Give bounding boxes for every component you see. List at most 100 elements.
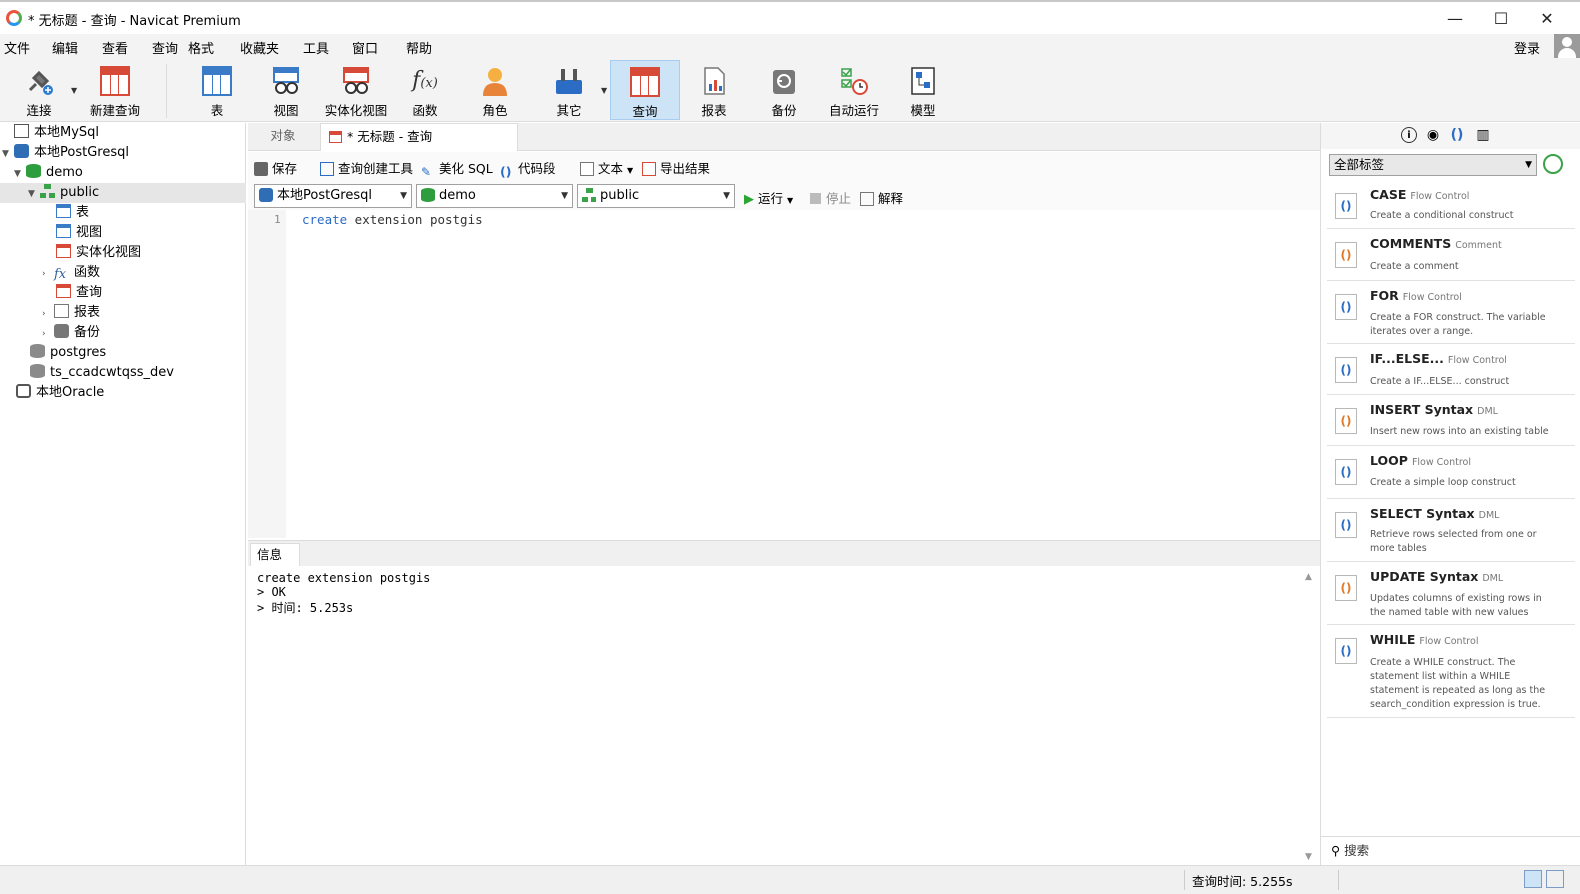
menu-view[interactable]: 查看 <box>102 38 128 57</box>
tree-db-ts[interactable]: ts_ccadcwtqss_dev <box>30 363 174 383</box>
tab-untitled-query[interactable]: * 无标题 - 查询 <box>320 123 518 151</box>
export-results-button[interactable]: 导出结果 <box>642 158 710 177</box>
tree-item-queries[interactable]: 查询 <box>56 283 102 303</box>
menu-query[interactable]: 查询 <box>152 38 178 57</box>
connection-select[interactable]: 本地PostGresql ▼ <box>254 184 412 208</box>
tree-item-backups[interactable]: › 备份 <box>42 323 100 343</box>
tree-conn-postgresql[interactable]: ▼ 本地PostGresql <box>2 143 129 163</box>
snippet-search-input[interactable]: ⚲ 搜索 <box>1321 836 1580 864</box>
close-button[interactable]: ✕ <box>1524 6 1570 32</box>
menu-edit[interactable]: 编辑 <box>52 38 78 57</box>
schema-select[interactable]: public ▼ <box>577 184 735 208</box>
toolbar-others-button[interactable]: 其它 <box>546 60 592 120</box>
snippet-item[interactable]: () COMMENTS Comment Create a comment <box>1327 230 1575 281</box>
snippet-description: Create a WHILE construct. The statement … <box>1370 657 1546 710</box>
connection-dropdown-icon[interactable]: ▼ <box>71 86 77 95</box>
menu-favorites[interactable]: 收藏夹 <box>240 38 279 57</box>
menu-file[interactable]: 文件 <box>4 38 30 57</box>
info-icon[interactable]: i <box>1401 127 1417 143</box>
snippet-item[interactable]: () IF...ELSE... Flow Control Create a IF.… <box>1327 345 1575 395</box>
beautify-sql-button[interactable]: ✎ 美化 SQL <box>421 158 493 179</box>
expanded-chevron-icon[interactable]: ▼ <box>14 164 26 184</box>
message-line: > OK <box>257 585 286 599</box>
tree-item-views[interactable]: 视图 <box>56 223 102 243</box>
code-snippet-button[interactable]: () 代码段 <box>500 158 556 179</box>
text-mode-dropdown-icon[interactable]: ▼ <box>627 166 633 175</box>
stop-button[interactable]: 停止 <box>810 188 851 207</box>
snippet-name: CASE <box>1370 187 1407 202</box>
tree-conn-mysql[interactable]: 本地MySql <box>14 123 99 143</box>
save-button[interactable]: 保存 <box>254 158 297 177</box>
add-snippet-icon[interactable] <box>1543 154 1563 174</box>
layout-grid-icon[interactable]: ▥ <box>1475 127 1491 143</box>
toolbar-separator <box>166 64 167 118</box>
toolbar-table-button[interactable]: 表 <box>194 60 240 120</box>
tab-messages[interactable]: 信息 <box>250 543 300 567</box>
collapsed-chevron-icon[interactable]: › <box>42 264 54 284</box>
database-select[interactable]: demo ▼ <box>416 184 573 208</box>
layout-toggle-left-icon[interactable] <box>1524 870 1542 888</box>
tree-schema-public[interactable]: ▼ public <box>0 183 246 203</box>
menu-tools[interactable]: 工具 <box>303 38 329 57</box>
toolbar-materialized-view-button[interactable]: 实体化视图 <box>324 60 388 120</box>
snippet-item[interactable]: () UPDATE Syntax DML Updates columns of e… <box>1327 563 1575 625</box>
eye-icon[interactable]: ◉ <box>1425 127 1441 143</box>
message-line: > 时间: 5.253s <box>257 601 354 615</box>
tree-item-functions[interactable]: › fx 函数 <box>42 263 100 283</box>
tree-item-tables[interactable]: 表 <box>56 203 89 223</box>
tree-item-materialized-views[interactable]: 实体化视图 <box>56 243 141 263</box>
others-dropdown-icon[interactable]: ▼ <box>601 86 607 95</box>
login-link[interactable]: 登录 <box>1514 38 1540 57</box>
layout-toggle-right-icon[interactable] <box>1546 870 1564 888</box>
menu-help[interactable]: 帮助 <box>406 38 432 57</box>
menu-window[interactable]: 窗口 <box>352 38 378 57</box>
run-button[interactable]: ▶ 运行 ▼ <box>744 188 793 207</box>
tree-conn-oracle[interactable]: 本地Oracle <box>16 383 104 403</box>
code-snippet-icon[interactable]: () <box>1449 127 1465 143</box>
explain-button[interactable]: 解释 <box>860 188 903 207</box>
snippet-item[interactable]: () SELECT Syntax DML Retrieve rows select… <box>1327 500 1575 562</box>
user-avatar-icon[interactable] <box>1554 34 1580 58</box>
toolbar-report-button[interactable]: 报表 <box>691 60 737 120</box>
toolbar-query-button[interactable]: 查询 <box>610 60 680 120</box>
toolbar-function-button[interactable]: f(x) 函数 <box>402 60 448 120</box>
collapsed-chevron-icon[interactable]: › <box>42 324 54 344</box>
snippet-item[interactable]: () CASE Flow Control Create a conditional… <box>1327 181 1575 229</box>
sql-code-line[interactable]: create extension postgis <box>302 212 483 227</box>
scroll-up-icon[interactable]: ▲ <box>1305 572 1312 582</box>
toolbar-connection-button[interactable]: 连接 <box>8 60 70 120</box>
tab-objects[interactable]: 对象 <box>248 123 318 151</box>
toolbar-new-query-button[interactable]: 新建查询 <box>86 60 144 120</box>
collapsed-chevron-icon[interactable]: › <box>42 304 54 324</box>
menu-format[interactable]: 格式 <box>188 38 214 57</box>
snippet-item[interactable]: () LOOP Flow Control Create a simple loop… <box>1327 447 1575 499</box>
snippet-item[interactable]: () INSERT Syntax DML Insert new rows into… <box>1327 396 1575 446</box>
toolbar-backup-button[interactable]: 备份 <box>761 60 807 120</box>
toolbar-model-button[interactable]: 模型 <box>900 60 946 120</box>
tree-db-demo[interactable]: ▼ demo <box>14 163 83 183</box>
maximize-button[interactable]: ☐ <box>1478 6 1524 32</box>
schema-select-value: public <box>600 188 640 203</box>
scroll-down-icon[interactable]: ▼ <box>1305 852 1312 862</box>
toolbar-role-button[interactable]: 角色 <box>472 60 518 120</box>
tree-db-postgres-label: postgres <box>50 345 107 360</box>
expanded-chevron-icon[interactable]: ▼ <box>2 144 14 164</box>
toolbar-view-button[interactable]: 视图 <box>263 60 309 120</box>
query-builder-button[interactable]: 查询创建工具 <box>320 158 413 177</box>
message-scrollbar[interactable]: ▲ ▼ <box>1302 570 1318 864</box>
expanded-chevron-icon[interactable]: ▼ <box>28 184 40 204</box>
tree-item-reports[interactable]: › 报表 <box>42 303 100 323</box>
sql-editor[interactable]: 1 create extension postgis <box>248 210 1320 538</box>
text-mode-button[interactable]: 文本 ▼ <box>580 158 633 177</box>
tag-filter-select[interactable]: 全部标签 ▼ <box>1329 154 1537 176</box>
document-tabs: 对象 * 无标题 - 查询 <box>248 123 1320 151</box>
oracle-icon <box>16 384 31 398</box>
snippet-item[interactable]: () WHILE Flow Control Create a WHILE cons… <box>1327 626 1575 718</box>
tree-db-postgres[interactable]: postgres <box>30 343 106 363</box>
status-divider <box>1338 870 1339 890</box>
snippet-item[interactable]: () FOR Flow Control Create a FOR construc… <box>1327 282 1575 344</box>
toolbar-automation-button[interactable]: 自动运行 <box>824 60 884 120</box>
run-dropdown-icon[interactable]: ▼ <box>787 196 793 205</box>
menu-bar: 文件 编辑 查看 查询 格式 收藏夹 工具 窗口 帮助 登录 <box>0 34 1580 58</box>
minimize-button[interactable]: — <box>1432 6 1478 32</box>
